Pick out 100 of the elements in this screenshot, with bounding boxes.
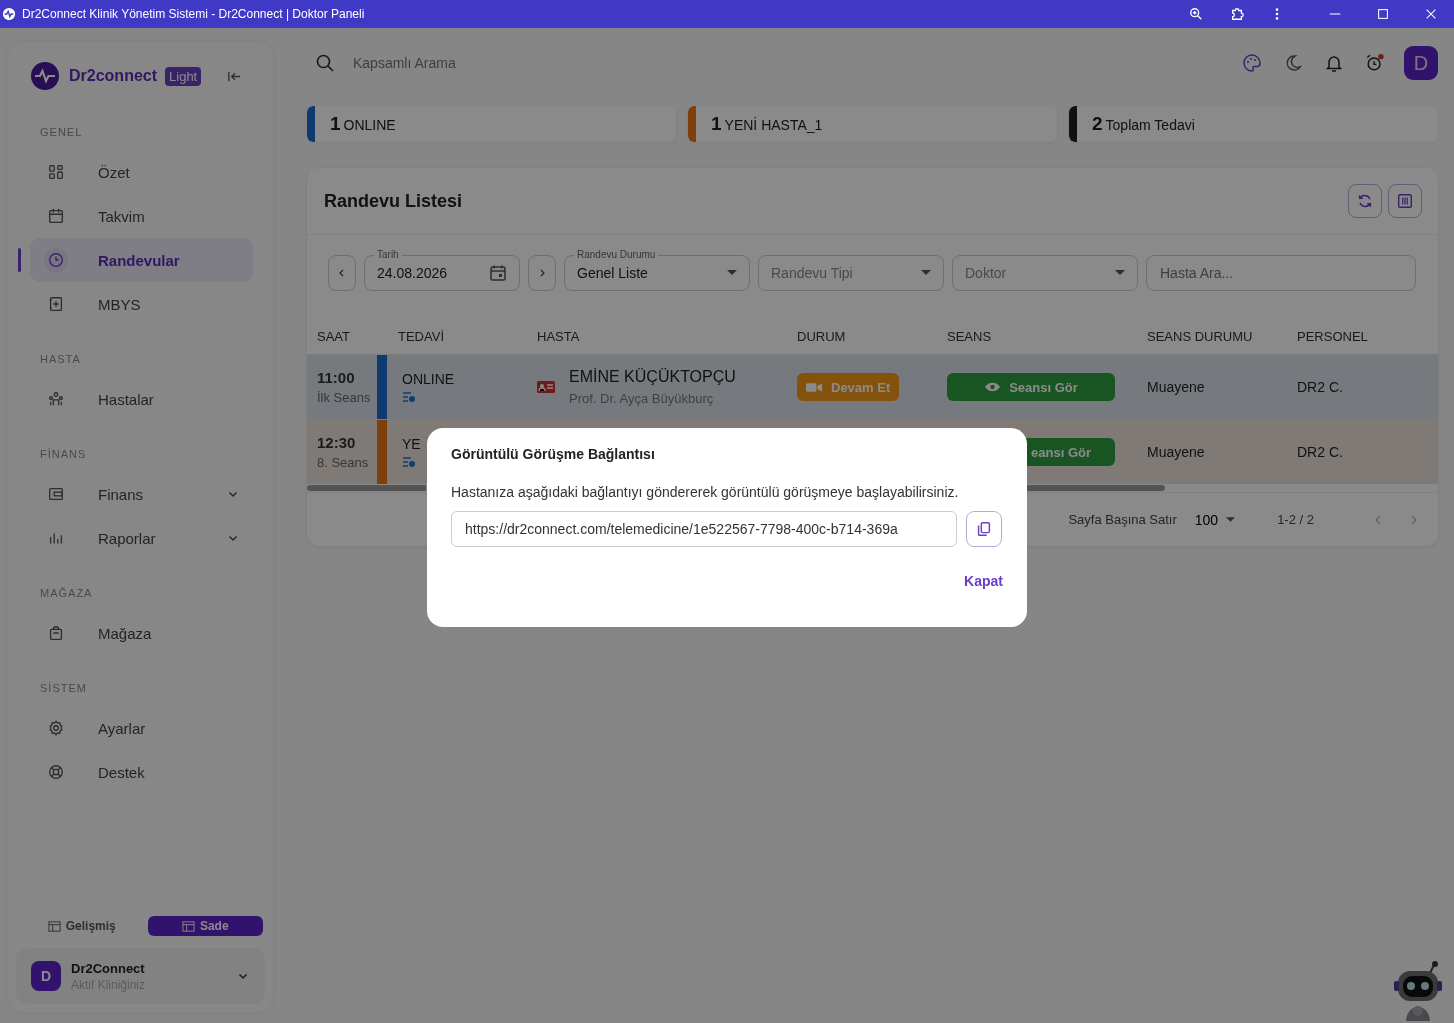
search-icon: [315, 53, 335, 73]
video-camera-icon: [806, 381, 823, 393]
treatment-name: YE: [402, 436, 421, 452]
columns-button[interactable]: [1388, 184, 1422, 218]
session-status: Muayene: [1146, 378, 1206, 397]
zoom-icon[interactable]: [1189, 7, 1203, 21]
session-number: 8. Seans: [317, 455, 369, 470]
section-title: GENEL: [39, 125, 84, 140]
wallet-icon: [47, 485, 65, 503]
sidebar-item[interactable]: Ayarlar: [30, 706, 253, 750]
gear-icon: [47, 719, 65, 737]
view-mode-button[interactable]: Gelişmiş: [24, 916, 140, 936]
stat-label: Toplam Tedavi: [1105, 116, 1195, 133]
column-header: DURUM: [796, 329, 847, 344]
column-header: TEDAVİ: [397, 329, 445, 344]
refresh-button[interactable]: [1348, 184, 1382, 218]
doctor-name: Prof. Dr. Ayça Büyükburç: [569, 391, 715, 406]
columns-icon: [1396, 192, 1414, 210]
scrollbar-thumb[interactable]: [307, 485, 426, 491]
dropdown-icon: [1226, 516, 1236, 523]
bag-icon: [47, 624, 65, 642]
search-field[interactable]: Kapsamlı Arama: [351, 54, 655, 72]
calendar-icon: [47, 207, 65, 225]
alarm-clock-icon[interactable]: [1365, 53, 1385, 73]
stat-count: 1: [711, 113, 722, 135]
patient-name[interactable]: EMİNE KÜÇÜKTOPÇU: [569, 368, 736, 386]
dialog-text: Hastanıza aşağıdaki bağlantıyı göndererek görüntülü görüşmeye başlayabilirsiniz.: [451, 484, 960, 500]
status-select[interactable]: Randevu Durumu Genel Liste: [564, 249, 750, 291]
sidebar-item[interactable]: Raporlar: [30, 516, 253, 560]
copy-icon: [975, 520, 993, 538]
maximize-icon[interactable]: [1376, 7, 1390, 21]
section-title: MAĞAZA: [39, 586, 94, 601]
staff-name: DR2 C.: [1296, 443, 1344, 462]
list-settings-icon: [402, 456, 416, 468]
list-settings-icon: [402, 391, 416, 403]
active-indicator: [18, 248, 21, 272]
page-range: 1-2 / 2: [1277, 512, 1314, 527]
rows-per-page-label: Sayfa Başına Satır: [1068, 512, 1177, 527]
column-header: SEANS DURUMU: [1146, 329, 1254, 344]
close-icon[interactable]: [1424, 7, 1438, 21]
treatment-name: ONLINE: [402, 371, 455, 387]
section-title: HASTA: [39, 352, 82, 367]
appointment-time: 11:00: [317, 369, 355, 386]
eye-icon: [984, 381, 1002, 393]
patient-search-field[interactable]: Hasta Ara...: [1146, 255, 1416, 291]
sidebar-item[interactable]: Özet: [30, 150, 253, 194]
sidebar-item[interactable]: Takvim: [30, 194, 253, 238]
dropdown-icon: [727, 270, 737, 276]
card-title: Randevu Listesi: [324, 190, 463, 212]
close-dialog-button[interactable]: Kapat: [964, 569, 1003, 593]
column-header: PERSONEL: [1296, 329, 1369, 344]
session-status: Muayene: [1146, 443, 1206, 462]
staff-name: DR2 C.: [1296, 378, 1344, 397]
palette-icon[interactable]: [1242, 53, 1262, 73]
logo-icon: [31, 62, 59, 90]
rows-per-page-select[interactable]: 100: [1188, 510, 1242, 529]
section-title: SİSTEM: [39, 681, 88, 696]
stat-label: ONLINE: [343, 116, 396, 133]
clinic-avatar: D: [31, 961, 61, 991]
type-select[interactable]: Randevu Tipi: [758, 249, 944, 291]
layout-icon: [47, 919, 61, 933]
grid-icon: [47, 163, 65, 181]
scrollbar-thumb-end[interactable]: [1027, 485, 1165, 491]
stat-count: 2: [1092, 113, 1103, 135]
section-title: FİNANS: [39, 447, 88, 462]
book-icon: [47, 295, 65, 313]
user-avatar[interactable]: D: [1404, 46, 1438, 80]
clinic-name: Dr2Connect: [71, 960, 146, 976]
people-icon: [47, 390, 65, 408]
brand-name: Dr2connect: [69, 67, 158, 85]
theme-badge: Light: [165, 66, 202, 86]
column-header: SAAT: [316, 329, 351, 344]
calendar-icon: [489, 264, 507, 282]
stat-count: 1: [330, 113, 341, 135]
id-card-icon: [537, 380, 555, 394]
doctor-select[interactable]: Doktor: [952, 249, 1138, 291]
sidebar-item[interactable]: MBYS: [30, 282, 253, 326]
sidebar-item[interactable]: Hastalar: [30, 377, 253, 421]
lifebuoy-icon: [47, 763, 65, 781]
layout-icon: [181, 919, 195, 933]
stat-label: YENİ HASTA_1: [724, 116, 823, 133]
dropdown-icon: [1115, 270, 1125, 276]
link-field[interactable]: https://dr2connect.com/telemedicine/1e522567-7798-400c-b714-369a: [451, 511, 957, 547]
copy-button[interactable]: [966, 511, 1002, 547]
session-number: İlk Seans: [317, 390, 371, 405]
sidebar-item[interactable]: Mağaza: [30, 611, 253, 655]
clock-icon: [47, 251, 65, 269]
dropdown-icon: [921, 270, 931, 276]
window-title: Dr2Connect Klinik Yönetim Sistemi - Dr2Connect | Doktor Paneli: [22, 7, 365, 21]
puzzle-icon[interactable]: [1230, 7, 1244, 21]
refresh-icon: [1356, 192, 1374, 210]
column-header: SEANS: [946, 329, 993, 344]
view-mode-button[interactable]: Sade: [147, 916, 263, 936]
sidebar-item[interactable]: Destek: [30, 750, 253, 794]
dialog-title: Görüntülü Görüşme Bağlantısı: [451, 446, 656, 462]
view-session-button[interactable]: Seansı Gör: [947, 373, 1115, 401]
sidebar-item[interactable]: Finans: [30, 472, 253, 516]
column-header: HASTA: [536, 329, 581, 344]
date-field[interactable]: Tarih 24.08.2026: [364, 249, 520, 291]
bell-icon[interactable]: [1324, 53, 1344, 73]
